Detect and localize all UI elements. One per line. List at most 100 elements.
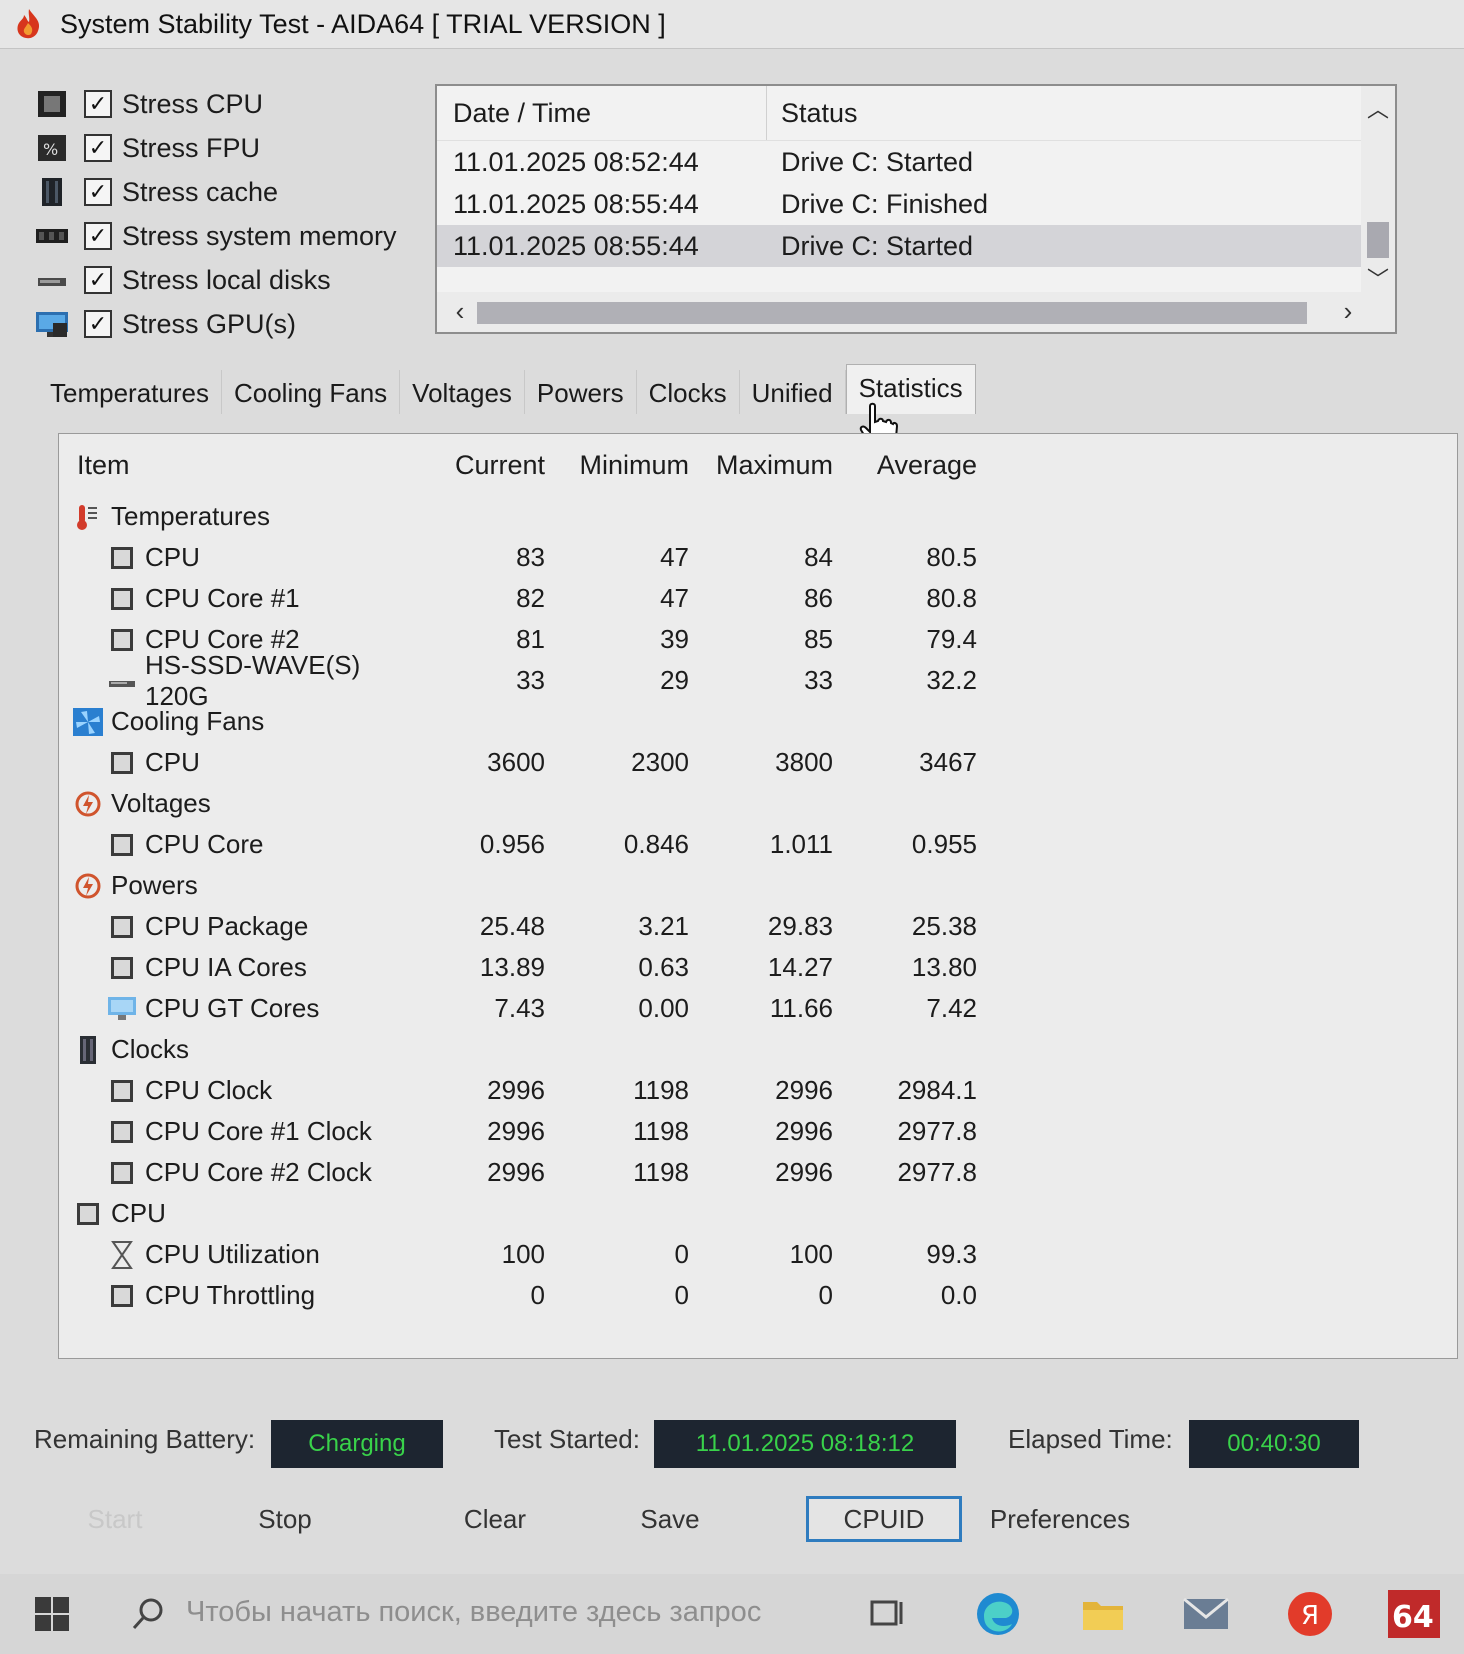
tab-voltages[interactable]: Voltages xyxy=(400,370,525,414)
start-button[interactable]: Start xyxy=(60,1496,170,1542)
stop-button[interactable]: Stop xyxy=(210,1496,360,1542)
stats-group-temperatures[interactable]: Temperatures xyxy=(59,496,1059,537)
disk-icon xyxy=(107,667,137,695)
stats-column-current[interactable]: Current xyxy=(415,450,559,481)
stats-column-maximum[interactable]: Maximum xyxy=(703,450,847,481)
chip-icon xyxy=(73,1200,103,1228)
stress-cache-checkbox[interactable]: ✓ xyxy=(84,178,112,206)
gpu-icon xyxy=(34,309,70,339)
stats-current-value: 81 xyxy=(516,624,545,654)
log-row-selected[interactable]: 11.01.2025 08:55:44 Drive C: Started xyxy=(437,225,1395,267)
stats-row[interactable]: CPU IA Cores 13.89 0.63 14.27 13.80 xyxy=(59,947,1059,988)
stats-group-cooling-fans[interactable]: Cooling Fans xyxy=(59,701,1059,742)
tab-unified[interactable]: Unified xyxy=(740,370,846,414)
stats-group-label: CPU xyxy=(111,1198,166,1228)
log-vertical-scrollbar[interactable]: ︿ ﹀ xyxy=(1361,86,1395,296)
scroll-left-arrow-icon[interactable]: ‹ xyxy=(445,296,475,327)
log-row[interactable]: 11.01.2025 08:55:44 Drive C: Finished xyxy=(437,183,1395,225)
stats-row[interactable]: CPU Package 25.48 3.21 29.83 25.38 xyxy=(59,906,1059,947)
stats-row-label: HS-SSD-WAVE(S) 120G xyxy=(145,649,361,711)
stats-average-value: 2984.1 xyxy=(897,1075,977,1105)
stats-column-item[interactable]: Item xyxy=(59,450,415,481)
stats-row[interactable]: HS-SSD-WAVE(S) 120G 33 29 33 32.2 xyxy=(59,650,1059,711)
log-horizontal-scrollbar[interactable]: ‹ › xyxy=(437,292,1395,332)
stats-row[interactable]: CPU Core #2 Clock 2996 1198 2996 2977.8 xyxy=(59,1152,1059,1193)
event-log-table[interactable]: Date / Time Status 11.01.2025 08:52:44 D… xyxy=(435,84,1397,334)
stats-maximum-value: 100 xyxy=(789,1239,833,1269)
stats-current-value: 0 xyxy=(530,1280,545,1310)
stats-row[interactable]: CPU Clock 2996 1198 2996 2984.1 xyxy=(59,1070,1059,1111)
stress-gpu-checkbox[interactable]: ✓ xyxy=(84,310,112,338)
edge-browser-icon[interactable] xyxy=(972,1588,1024,1640)
stats-minimum-value: 0.00 xyxy=(638,993,689,1023)
button-bar: Start Stop Clear Save CPUID Preferences xyxy=(0,1496,1464,1548)
preferences-button[interactable]: Preferences xyxy=(980,1496,1140,1542)
scroll-up-arrow-icon[interactable]: ︿ xyxy=(1361,92,1395,122)
stats-row-label: CPU Clock xyxy=(145,1075,273,1105)
mail-icon[interactable] xyxy=(1180,1588,1232,1640)
fan-icon xyxy=(73,707,103,736)
stress-memory-label: Stress system memory xyxy=(122,220,397,251)
stats-group-powers[interactable]: Powers xyxy=(59,865,1059,906)
stats-group-voltages[interactable]: Voltages xyxy=(59,783,1059,824)
stats-row[interactable]: CPU Throttling 0 0 0 0.0 xyxy=(59,1275,1059,1316)
task-view-icon[interactable] xyxy=(866,1588,910,1640)
stats-row-label: CPU Core #1 Clock xyxy=(145,1116,372,1146)
log-column-status[interactable]: Status xyxy=(767,98,858,129)
tab-temperatures[interactable]: Temperatures xyxy=(38,370,222,414)
stats-row[interactable]: CPU Core #1 82 47 86 80.8 xyxy=(59,578,1059,619)
save-button[interactable]: Save xyxy=(600,1496,740,1542)
yandex-browser-icon[interactable]: Я xyxy=(1284,1588,1336,1640)
stress-gpu-option[interactable]: ✓ Stress GPU(s) xyxy=(34,302,434,346)
scroll-down-arrow-icon[interactable]: ﹀ xyxy=(1361,262,1395,292)
stats-maximum-value: 1.011 xyxy=(769,829,833,859)
stress-options: ✓ Stress CPU % ✓ Stress FPU ✓ Stress cac… xyxy=(34,82,434,346)
clear-button[interactable]: Clear xyxy=(420,1496,570,1542)
tab-cooling-fans[interactable]: Cooling Fans xyxy=(222,370,401,414)
aida64-taskbar-icon[interactable]: 64 xyxy=(1386,1588,1442,1640)
stress-cache-option[interactable]: ✓ Stress cache xyxy=(34,170,434,214)
log-horizontal-scroll-thumb[interactable] xyxy=(477,302,1307,324)
chip-icon xyxy=(107,913,137,941)
stats-current-value: 7.43 xyxy=(494,993,545,1023)
stats-column-average[interactable]: Average xyxy=(847,450,991,481)
memory-icon xyxy=(34,221,70,251)
chip-icon xyxy=(107,749,137,777)
stress-disks-option[interactable]: ✓ Stress local disks xyxy=(34,258,434,302)
stress-memory-option[interactable]: ✓ Stress system memory xyxy=(34,214,434,258)
stats-row[interactable]: CPU Utilization 100 0 100 99.3 xyxy=(59,1234,1059,1275)
stats-column-minimum[interactable]: Minimum xyxy=(559,450,703,481)
stats-row[interactable]: CPU Core 0.956 0.846 1.011 0.955 xyxy=(59,824,1059,865)
stats-row[interactable]: CPU Core #1 Clock 2996 1198 2996 2977.8 xyxy=(59,1111,1059,1152)
stats-current-value: 0.956 xyxy=(479,829,545,859)
log-column-datetime[interactable]: Date / Time xyxy=(437,86,767,140)
stats-current-value: 25.48 xyxy=(479,911,545,941)
windows-start-icon[interactable] xyxy=(30,1588,74,1640)
search-icon[interactable] xyxy=(126,1588,170,1640)
stress-cpu-option[interactable]: ✓ Stress CPU xyxy=(34,82,434,126)
taskbar-search-input[interactable]: Чтобы начать поиск, введите здесь запрос xyxy=(186,1596,761,1629)
scroll-right-arrow-icon[interactable]: › xyxy=(1333,296,1363,327)
stats-row[interactable]: CPU GT Cores 7.43 0.00 11.66 7.42 xyxy=(59,988,1059,1029)
log-row[interactable]: 11.01.2025 08:52:44 Drive C: Started xyxy=(437,141,1395,183)
stats-group-clocks[interactable]: Clocks xyxy=(59,1029,1059,1070)
cpuid-button[interactable]: CPUID xyxy=(806,1496,962,1542)
log-row-time: 11.01.2025 08:52:44 xyxy=(453,146,699,177)
elapsed-time-label: Elapsed Time: xyxy=(1008,1424,1173,1454)
tab-clocks[interactable]: Clocks xyxy=(637,370,740,414)
chip-icon xyxy=(107,1118,137,1146)
stress-memory-checkbox[interactable]: ✓ xyxy=(84,222,112,250)
stats-row[interactable]: CPU 3600 2300 3800 3467 xyxy=(59,742,1059,783)
log-vertical-scroll-thumb[interactable] xyxy=(1367,222,1389,258)
log-row-time: 11.01.2025 08:55:44 xyxy=(453,230,699,261)
stats-group-cpu[interactable]: CPU xyxy=(59,1193,1059,1234)
stress-fpu-option[interactable]: % ✓ Stress FPU xyxy=(34,126,434,170)
stress-cpu-checkbox[interactable]: ✓ xyxy=(84,90,112,118)
tab-powers[interactable]: Powers xyxy=(525,370,637,414)
file-explorer-icon[interactable] xyxy=(1078,1588,1128,1640)
stats-average-value: 13.80 xyxy=(911,952,977,982)
stats-row[interactable]: CPU 83 47 84 80.5 xyxy=(59,537,1059,578)
stats-row-name: CPU xyxy=(59,747,415,778)
stress-disks-checkbox[interactable]: ✓ xyxy=(84,266,112,294)
stress-fpu-checkbox[interactable]: ✓ xyxy=(84,134,112,162)
